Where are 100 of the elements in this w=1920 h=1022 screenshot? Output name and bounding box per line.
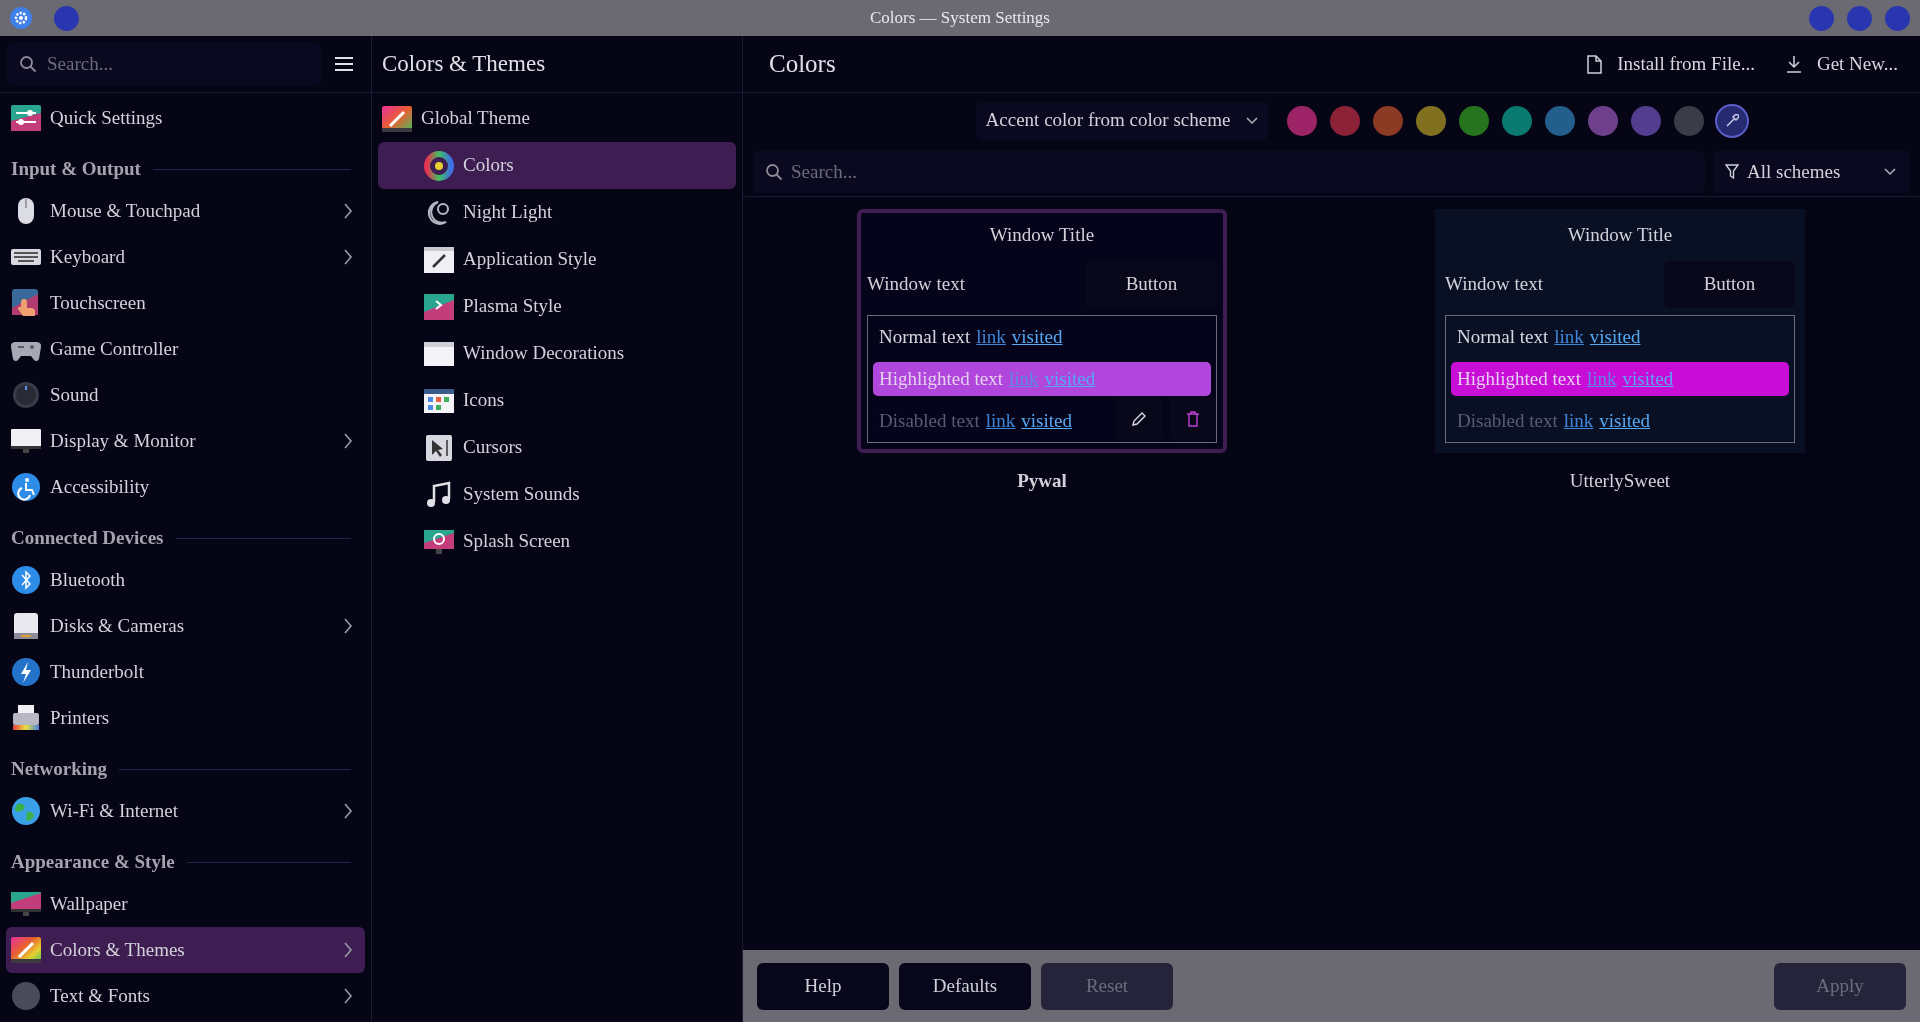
sidebar-item[interactable]: Display & Monitor <box>6 418 365 464</box>
search-field[interactable]: Search... <box>7 42 321 86</box>
printer-icon <box>11 703 41 733</box>
color-swatch[interactable] <box>1674 105 1705 136</box>
sidebar-item[interactable]: Game Controller <box>6 326 365 372</box>
theme-menu-item[interactable]: Cursors <box>378 424 736 471</box>
document-icon <box>1585 54 1604 74</box>
sidebar-item[interactable]: Wi-Fi & Internet <box>6 788 365 834</box>
window-title: Colors — System Settings <box>870 7 1050 30</box>
color-swatch[interactable] <box>1459 105 1490 136</box>
sidebar-item[interactable]: Text & Fonts <box>6 973 365 1019</box>
monitor-icon <box>11 426 41 456</box>
preview-visited-link: visited <box>1599 408 1650 433</box>
filter-dropdown[interactable]: All schemes <box>1713 151 1910 193</box>
delete-button[interactable] <box>1170 396 1216 442</box>
lightning-icon <box>11 657 41 687</box>
sidebar-item[interactable]: Mouse & Touchpad <box>6 188 365 234</box>
theme-menu-item[interactable]: Night Light <box>378 189 736 236</box>
section-header: Input & Output <box>11 157 141 182</box>
color-swatch[interactable] <box>1631 105 1662 136</box>
panel-title: Colors & Themes <box>382 49 546 78</box>
color-swatch[interactable] <box>1373 105 1404 136</box>
chevron-down-icon <box>1246 116 1259 125</box>
footer-button[interactable]: Defaults <box>899 962 1031 1010</box>
section-header: Connected Devices <box>11 526 164 551</box>
color-swatch[interactable] <box>1330 105 1361 136</box>
color-swatch[interactable] <box>1502 105 1533 136</box>
chevron-icon <box>343 618 353 634</box>
download-icon <box>1784 54 1803 74</box>
edit-button[interactable] <box>1116 396 1162 442</box>
minimize-button[interactable] <box>1809 5 1834 31</box>
footer-button[interactable]: Help <box>757 962 889 1010</box>
globe-icon <box>11 796 41 826</box>
sliders-icon <box>11 103 41 133</box>
theme-menu-item[interactable]: Global Theme <box>378 95 736 142</box>
trash-icon <box>1186 411 1200 427</box>
sidebar-item[interactable]: Touchscreen <box>6 280 365 326</box>
preview-button: Button <box>1086 260 1217 308</box>
knob-icon <box>11 380 41 410</box>
preview-link: link <box>1009 366 1039 391</box>
preview-link: link <box>1563 408 1594 433</box>
color-swatch[interactable] <box>1545 105 1576 136</box>
scheme-preview[interactable]: Window Title Window text Button Normal text link visited Highlighted text link visited Disabled text link visited <box>857 209 1227 453</box>
chevron-down-icon <box>1884 168 1896 176</box>
color-wheel-icon <box>424 150 454 181</box>
theme-menu-item[interactable]: Application Style <box>378 236 736 283</box>
color-swatch[interactable] <box>1287 105 1318 136</box>
search-field[interactable]: Search... <box>753 151 1705 193</box>
chevron-icon <box>343 803 353 819</box>
settings-icon <box>10 7 32 29</box>
bluetooth-icon <box>11 565 41 595</box>
palette-icon <box>11 935 41 965</box>
sidebar-item[interactable]: Printers <box>6 695 365 741</box>
sidebar-item[interactable]: Keyboard <box>6 234 365 280</box>
color-picker-button[interactable] <box>1717 105 1748 136</box>
maximize-button[interactable] <box>1847 5 1872 31</box>
sidebar-item[interactable]: Thunderbolt <box>6 649 365 695</box>
window-button[interactable] <box>54 5 79 31</box>
preview-window-text: Window text <box>1445 271 1543 296</box>
sidebar-item[interactable]: Disks & Cameras <box>6 603 365 649</box>
eyedropper-icon <box>1725 113 1740 128</box>
brush-icon <box>424 244 454 275</box>
sidebar-item[interactable]: Colors & Themes <box>6 927 365 973</box>
toolbar-button[interactable]: Get New... <box>1784 49 1898 79</box>
color-swatch[interactable] <box>1588 105 1619 136</box>
color-swatch[interactable] <box>1416 105 1447 136</box>
wallpaper-icon <box>11 889 41 919</box>
pencil-icon <box>1131 411 1147 427</box>
section-header: Appearance & Style <box>11 850 175 875</box>
sidebar-item[interactable]: Bluetooth <box>6 557 365 603</box>
preview-button: Button <box>1664 260 1795 308</box>
theme-menu-item[interactable]: System Sounds <box>378 471 736 518</box>
preview-visited-link: visited <box>1011 324 1063 349</box>
sidebar-item[interactable]: Wallpaper <box>6 881 365 927</box>
theme-menu-item[interactable]: Colors <box>378 142 736 189</box>
scheme-preview[interactable]: Window Title Window text Button Normal text link visited Highlighted text link visited Disabled text link visited <box>1435 209 1805 453</box>
preview-visited-link: visited <box>1622 366 1674 391</box>
preview-window-title: Window Title <box>989 222 1095 247</box>
filter-icon <box>1725 164 1739 180</box>
cursor-icon <box>424 432 454 463</box>
preview-visited-link: visited <box>1589 324 1641 349</box>
scheme-name: UtterlySweet <box>1569 469 1671 493</box>
chevron-icon <box>343 988 353 1004</box>
sidebar-item[interactable]: Sound <box>6 372 365 418</box>
theme-menu-item[interactable]: Plasma Style <box>378 283 736 330</box>
accent-dropdown[interactable]: Accent color from color scheme <box>975 101 1269 140</box>
touchscreen-icon <box>11 288 41 318</box>
close-button[interactable] <box>1885 5 1910 31</box>
theme-menu-item[interactable]: Splash Screen <box>378 518 736 565</box>
sidebar-item[interactable]: Quick Settings <box>6 95 365 141</box>
chevron-icon <box>343 203 353 219</box>
theme-menu-item[interactable]: Icons <box>378 377 736 424</box>
toolbar-button[interactable]: Install from File... <box>1585 49 1755 79</box>
sidebar-item[interactable]: Accessibility <box>6 464 365 510</box>
theme-menu-item[interactable]: Window Decorations <box>378 330 736 377</box>
page-title: Colors <box>769 49 836 80</box>
preview-text: Disabled text <box>1457 408 1558 433</box>
chevron-icon <box>343 942 353 958</box>
preview-window-title: Window Title <box>1567 222 1673 247</box>
preview-text: Disabled text <box>879 408 980 433</box>
